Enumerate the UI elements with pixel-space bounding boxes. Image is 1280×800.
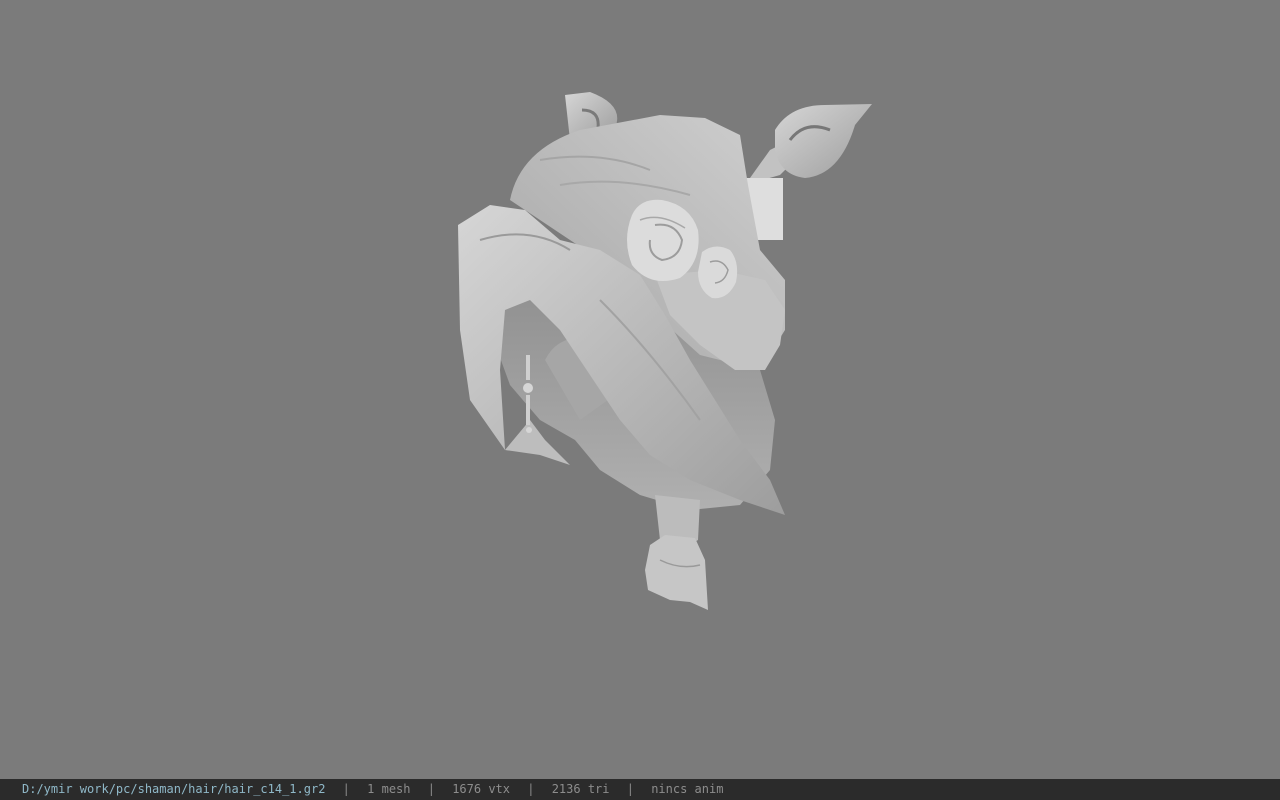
hair-tail bbox=[645, 495, 708, 610]
vertex-count: 1676 vtx bbox=[452, 782, 510, 796]
separator: | bbox=[427, 782, 435, 796]
separator: | bbox=[626, 782, 634, 796]
triangle-count: 2136 tri bbox=[551, 782, 610, 796]
mesh-count: 1 mesh bbox=[367, 782, 411, 796]
3d-viewport[interactable] bbox=[0, 0, 1280, 779]
animation-status: nincs anim bbox=[651, 782, 724, 796]
separator: | bbox=[527, 782, 535, 796]
file-path: D:/ymir work/pc/shaman/hair/hair_c14_1.g… bbox=[22, 782, 326, 796]
separator: | bbox=[342, 782, 350, 796]
hairpin-right bbox=[745, 104, 872, 240]
status-bar: D:/ymir work/pc/shaman/hair/hair_c14_1.g… bbox=[0, 779, 1280, 800]
hair-model bbox=[458, 92, 872, 610]
